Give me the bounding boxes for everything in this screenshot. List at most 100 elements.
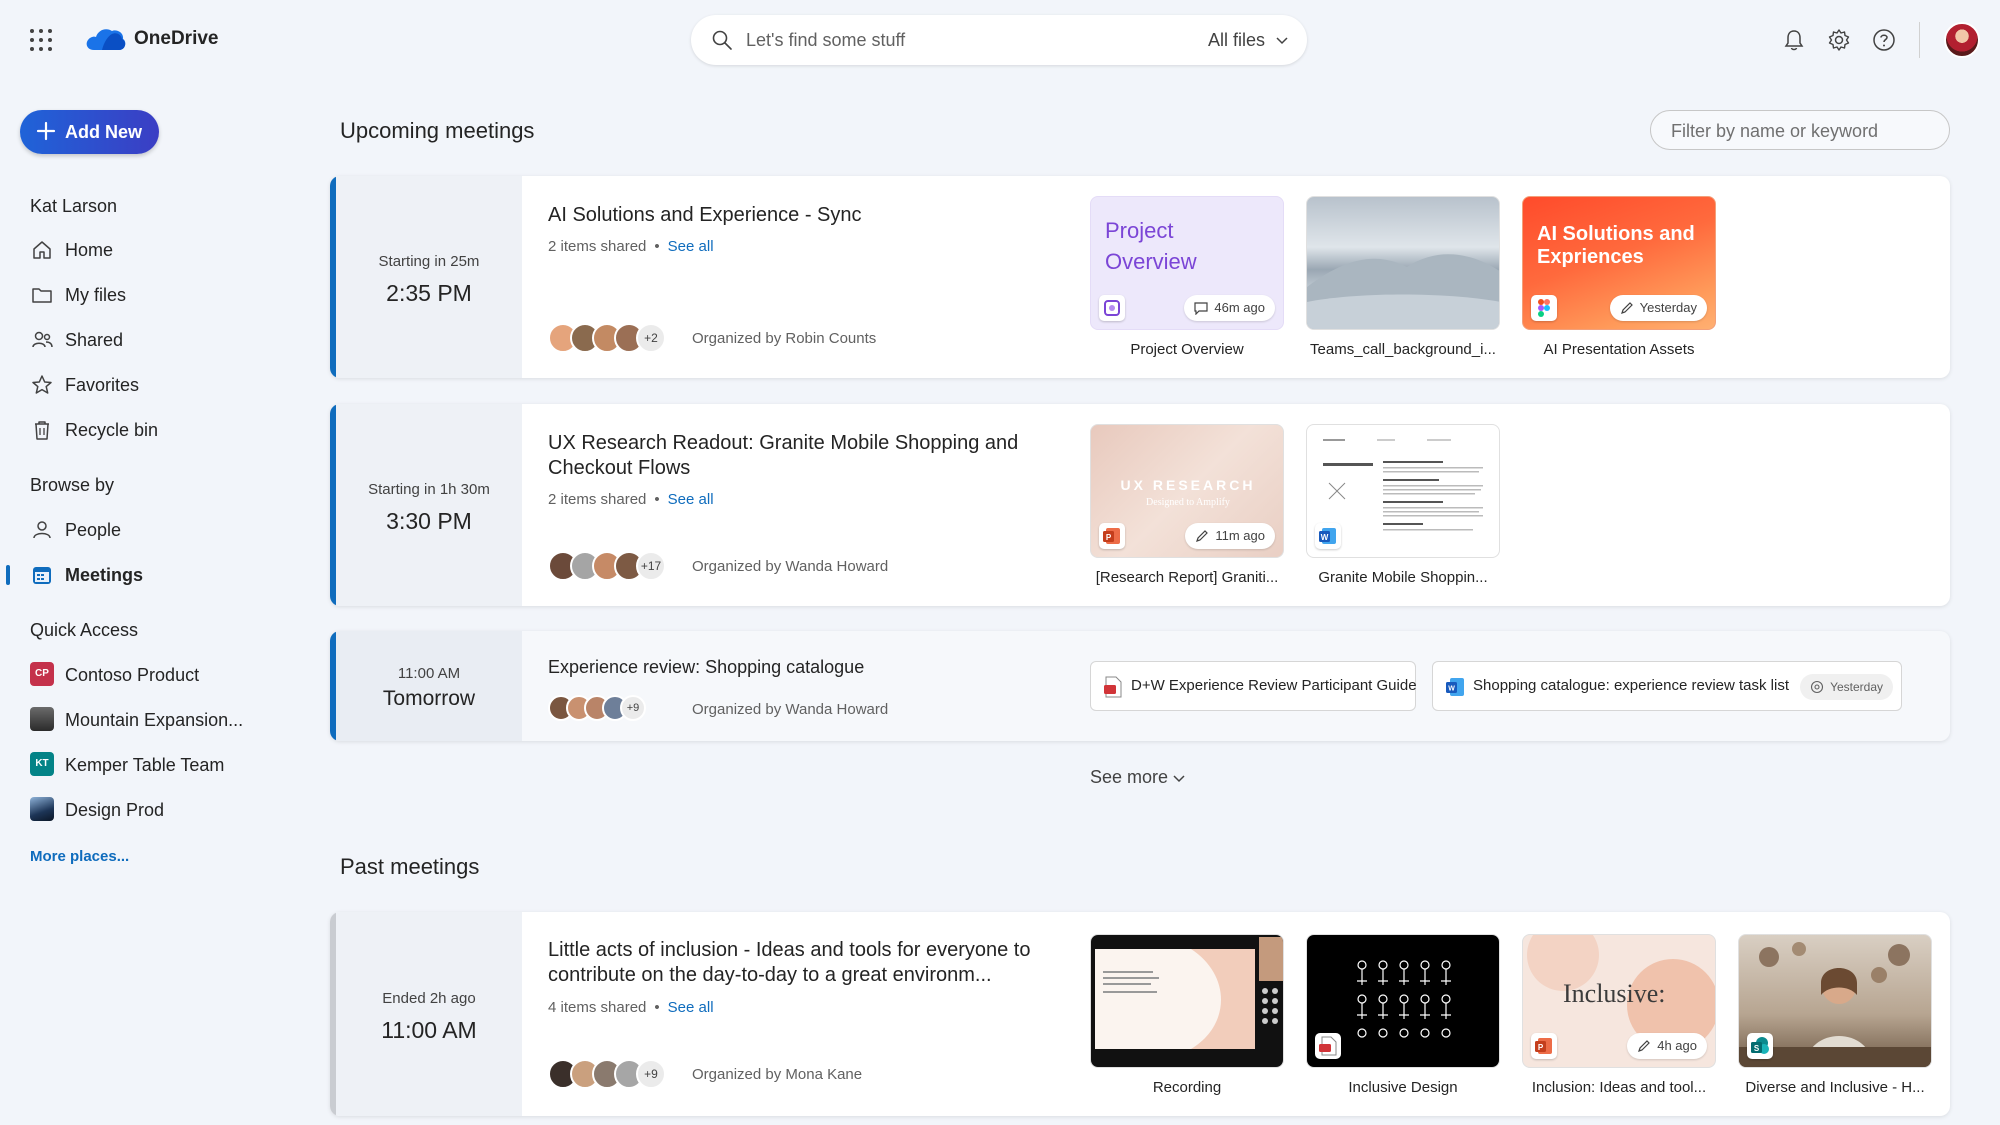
meeting-card[interactable]: Starting in 1h 30m 3:30 PM UX Research R…: [330, 404, 1950, 606]
more-attendees-count: +9: [620, 695, 646, 721]
sidebar-item-label: Kemper Table Team: [65, 755, 225, 775]
bell-icon[interactable]: [1781, 27, 1807, 53]
powerpoint-file-icon: P: [1099, 523, 1125, 549]
file-thumbnail[interactable]: UX RESEARCH Designed to Amplify P 11m ag…: [1090, 424, 1284, 558]
pencil-icon: [1196, 530, 1209, 542]
file-name[interactable]: Granite Mobile Shoppin...: [1306, 569, 1500, 586]
meeting-card[interactable]: Ended 2h ago 11:00 AM Little acts of inc…: [330, 912, 1950, 1116]
file-thumbnail[interactable]: [1306, 196, 1500, 330]
meeting-time-column: Starting in 1h 30m 3:30 PM: [336, 404, 522, 606]
folder-icon: [32, 288, 52, 303]
search-input[interactable]: Let's find some stuff: [746, 30, 905, 51]
search-box[interactable]: Let's find some stuff All files: [691, 15, 1307, 65]
quick-access-heading: Quick Access: [30, 620, 139, 640]
file-name[interactable]: Project Overview: [1090, 341, 1284, 358]
word-file-icon: W: [1315, 523, 1341, 549]
file-name[interactable]: [Research Report] Graniti...: [1090, 569, 1284, 586]
sidebar-item-recycle-bin[interactable]: Recycle bin: [30, 412, 290, 448]
meeting-title[interactable]: Little acts of inclusion - Ideas and too…: [548, 938, 1058, 988]
sidebar-item-design-prod[interactable]: Design Prod: [30, 792, 290, 828]
app-title[interactable]: OneDrive: [134, 28, 218, 50]
sidebar-item-shared[interactable]: Shared: [30, 322, 290, 358]
add-new-button[interactable]: Add New: [20, 110, 159, 154]
file-name[interactable]: Inclusive Design: [1306, 1079, 1500, 1096]
sidebar-item-favorites[interactable]: Favorites: [30, 367, 290, 403]
search-scope-dropdown[interactable]: All files: [1208, 30, 1265, 51]
sidebar-item-mountain-expansion[interactable]: Mountain Expansion...: [30, 702, 290, 738]
home-icon: [33, 241, 51, 259]
sidebar-item-my-files[interactable]: My files: [30, 277, 290, 313]
meeting-card[interactable]: Starting in 25m 2:35 PM AI Solutions and…: [330, 176, 1950, 378]
activity-pill: Yesterday: [1609, 295, 1707, 321]
thumbnail-title: Inclusive:: [1563, 979, 1666, 1008]
see-more-button[interactable]: See more: [1090, 767, 1185, 788]
loop-file-icon: [1099, 295, 1125, 321]
file-thumbnail[interactable]: W: [1306, 424, 1500, 558]
browse-by-heading: Browse by: [30, 475, 115, 495]
account-avatar[interactable]: [1944, 22, 1980, 58]
see-all-link[interactable]: See all: [668, 238, 714, 255]
toolbar-divider: [1919, 22, 1920, 58]
plus-icon: [36, 121, 56, 141]
onedrive-logo-icon[interactable]: [84, 24, 126, 54]
pencil-icon: [1638, 1040, 1651, 1052]
search-icon: [712, 30, 732, 50]
site-thumbnail: [30, 707, 54, 731]
svg-text:P: P: [1106, 533, 1112, 542]
meeting-start-time: Tomorrow: [382, 687, 476, 710]
sidebar-item-kemper-table-team[interactable]: KT Kemper Table Team: [30, 747, 290, 783]
more-attendees-count: +2: [636, 323, 666, 353]
meeting-shared-info: 2 items shared • See all: [548, 238, 714, 255]
sidebar-item-label: Recycle bin: [65, 420, 159, 440]
file-thumbnail[interactable]: [1306, 934, 1500, 1068]
help-icon[interactable]: [1871, 27, 1897, 53]
see-all-link[interactable]: See all: [668, 491, 714, 508]
meeting-relative-time: Ended 2h ago: [382, 990, 476, 1007]
app-launcher-icon[interactable]: [30, 29, 52, 51]
more-places-link[interactable]: More places...: [30, 848, 129, 865]
thumbnail-title: UX RESEARCH: [1120, 477, 1256, 493]
file-thumbnail[interactable]: Inclusive: P 4h ago: [1522, 934, 1716, 1068]
sidebar-item-home[interactable]: Home: [30, 232, 290, 268]
sidebar-item-label: Home: [65, 240, 114, 260]
see-all-link[interactable]: See all: [668, 999, 714, 1016]
figma-file-icon: [1531, 295, 1557, 321]
gear-icon[interactable]: [1826, 27, 1852, 53]
activity-pill: 11m ago: [1185, 523, 1275, 549]
sidebar-item-label: Favorites: [65, 375, 140, 395]
file-chip[interactable]: W Shopping catalogue: experience review …: [1432, 661, 1902, 711]
filter-input[interactable]: Filter by name or keyword: [1650, 110, 1950, 150]
file-thumbnail[interactable]: AI Solutions and Expriences Yesterday: [1522, 196, 1716, 330]
sidebar-item-meetings[interactable]: Meetings: [30, 557, 290, 593]
comment-icon: [1194, 302, 1209, 315]
sidebar-item-label: Contoso Product: [65, 665, 200, 685]
meeting-start-time: 11:00 AM: [381, 1017, 477, 1043]
upcoming-meetings-heading: Upcoming meetings: [340, 118, 535, 143]
pdf-file-icon: [1104, 676, 1122, 698]
file-chip[interactable]: D+W Experience Review Participant Guide: [1090, 661, 1417, 711]
file-thumbnail[interactable]: Project Overview 46m ago: [1090, 196, 1284, 330]
sharepoint-file-icon: S: [1747, 1033, 1773, 1059]
user-name-heading: Kat Larson: [30, 196, 118, 216]
mention-icon: [1811, 680, 1824, 694]
meeting-title[interactable]: UX Research Readout: Granite Mobile Shop…: [548, 431, 1058, 481]
meeting-organizer: Organized by Mona Kane: [692, 1066, 863, 1083]
file-name[interactable]: Diverse and Inclusive - H...: [1738, 1079, 1932, 1096]
activity-time: Yesterday: [1830, 680, 1883, 694]
file-name[interactable]: AI Presentation Assets: [1522, 341, 1716, 358]
meeting-title[interactable]: Experience review: Shopping catalogue: [548, 655, 1058, 680]
meeting-title[interactable]: AI Solutions and Experience - Sync: [548, 203, 1058, 228]
meeting-card[interactable]: 11:00 AM Tomorrow Experience review: Sho…: [330, 631, 1950, 741]
sidebar-item-contoso-product[interactable]: CP Contoso Product: [30, 657, 290, 693]
file-name[interactable]: Recording: [1090, 1079, 1284, 1096]
sidebar-item-people[interactable]: People: [30, 512, 290, 548]
see-more-label: See more: [1090, 767, 1169, 787]
recording-preview: [1095, 937, 1283, 1049]
file-name[interactable]: Inclusion: Ideas and tool...: [1522, 1079, 1716, 1096]
file-name: Shopping catalogue: experience review ta…: [1473, 677, 1790, 694]
file-name[interactable]: Teams_call_background_i...: [1306, 341, 1500, 358]
chevron-down-icon[interactable]: [1275, 33, 1289, 47]
svg-text:W: W: [1321, 533, 1329, 542]
file-thumbnail[interactable]: S: [1738, 934, 1932, 1068]
file-thumbnail[interactable]: [1090, 934, 1284, 1068]
